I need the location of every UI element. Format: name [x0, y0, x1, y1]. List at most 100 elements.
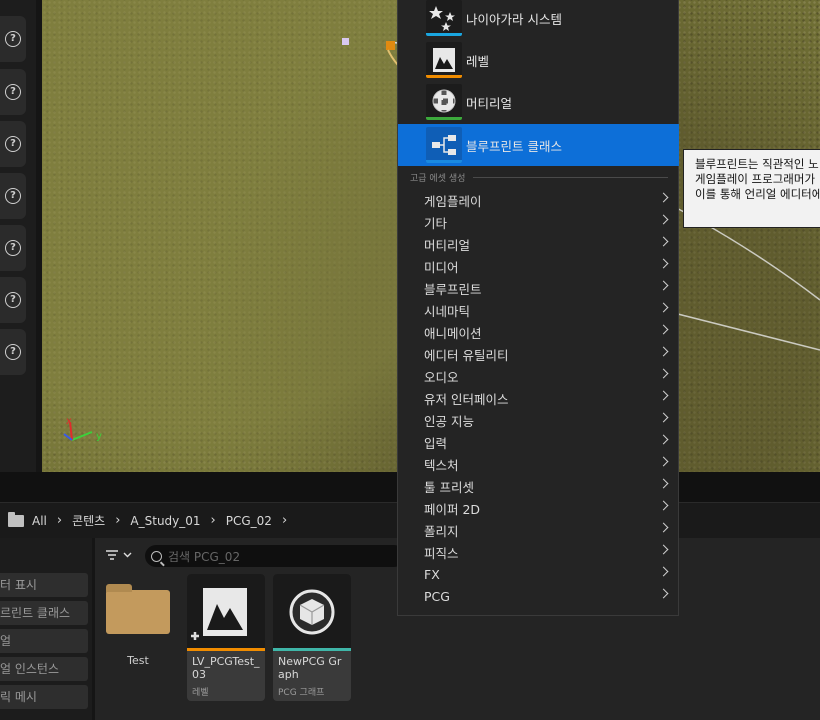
menu-item-label: 기타 — [424, 215, 448, 231]
submenu-foliage[interactable]: 폴리지 — [398, 519, 679, 541]
menu-item-label: 피직스 — [424, 545, 459, 561]
submenu-input[interactable]: 입력 — [398, 431, 679, 453]
submenu-physics[interactable]: 피직스 — [398, 541, 679, 563]
breadcrumb-item[interactable]: PCG_02 — [226, 514, 272, 528]
chevron-right-icon — [658, 390, 669, 401]
axis-gizmo: y x — [63, 416, 102, 442]
svg-text:x: x — [66, 416, 72, 427]
submenu-fx[interactable]: FX — [398, 563, 679, 585]
menu-item-label: 머티리얼 — [466, 95, 513, 111]
breadcrumb-item[interactable]: 콘텐츠 — [72, 512, 105, 529]
submenu-animation[interactable]: 애니메이션 — [398, 321, 679, 343]
menu-item-level[interactable]: 레벨 — [398, 39, 679, 81]
chevron-right-icon — [658, 346, 669, 357]
niagara-system-icon — [426, 0, 462, 36]
filter-icon — [106, 550, 118, 560]
add-asset-context-menu: 나이아가라 시스템 레벨 머티리얼 블루프린트 클래스 고급 에셋 생성 게임플… — [397, 0, 679, 616]
asset-name: NewPCG Graph — [278, 655, 342, 681]
chevron-right-icon[interactable]: › — [115, 513, 120, 528]
menu-item-material[interactable]: 머티리얼 — [398, 81, 679, 123]
filter-item[interactable]: 얼 인스턴스 — [0, 657, 88, 681]
folder-icon — [106, 584, 170, 634]
search-input[interactable]: 검색 PCG_02 — [145, 545, 405, 567]
menu-item-label: 머티리얼 — [424, 237, 471, 253]
asset-name: LV_PCGTest_03 — [192, 655, 260, 681]
menu-section-title: 고급 에셋 생성 — [410, 174, 466, 184]
viewport-side-toolbar: ? ? ? ? ? ? ? — [0, 0, 36, 472]
menu-item-label: FX — [424, 566, 440, 582]
menu-item-label: PCG — [424, 588, 450, 604]
chevron-right-icon[interactable]: › — [57, 513, 62, 528]
menu-item-niagara-system[interactable]: 나이아가라 시스템 — [398, 0, 679, 39]
filter-item[interactable]: 터 표시 — [0, 573, 88, 597]
help-button[interactable]: ? — [0, 173, 26, 219]
help-button[interactable]: ? — [0, 121, 26, 167]
submenu-gameplay[interactable]: 게임플레이 — [398, 189, 679, 211]
help-icon: ? — [5, 240, 21, 256]
submenu-texture[interactable]: 텍스처 — [398, 453, 679, 475]
chevron-right-icon — [658, 522, 669, 533]
help-icon: ? — [5, 292, 21, 308]
submenu-media[interactable]: 미디어 — [398, 255, 679, 277]
breadcrumb-item[interactable]: All — [32, 514, 47, 528]
tooltip-line: 게임플레이 프로그래머가 — [695, 172, 816, 186]
chevron-right-icon — [658, 368, 669, 379]
blueprint-class-icon — [426, 127, 462, 163]
help-button[interactable]: ? — [0, 329, 26, 375]
chevron-right-icon — [658, 324, 669, 335]
help-icon: ? — [5, 31, 21, 47]
submenu-blueprint[interactable]: 블루프린트 — [398, 277, 679, 299]
filter-item[interactable]: 얼 — [0, 629, 88, 653]
submenu-material[interactable]: 머티리얼 — [398, 233, 679, 255]
filter-item[interactable]: 르린트 클래스 — [0, 601, 88, 625]
help-button[interactable]: ? — [0, 16, 26, 62]
folder-icon[interactable] — [8, 511, 24, 527]
tooltip: 블루프린트는 직관적인 노 게임플레이 프로그래머가 이를 통해 언리얼 에디터… — [683, 149, 820, 228]
chevron-right-icon[interactable]: › — [282, 513, 287, 528]
submenu-pcg[interactable]: PCG — [398, 585, 679, 607]
chevron-right-icon — [658, 566, 669, 577]
menu-item-label: 블루프린트 — [424, 281, 482, 297]
filter-dropdown-button[interactable] — [105, 549, 132, 561]
divider — [473, 177, 668, 178]
chevron-right-icon — [658, 588, 669, 599]
spline-point[interactable] — [386, 41, 395, 50]
menu-item-label: 레벨 — [466, 53, 490, 69]
chevron-right-icon[interactable]: › — [211, 513, 216, 528]
filter-item[interactable]: 릭 메시 — [0, 685, 88, 709]
breadcrumb-item[interactable]: A_Study_01 — [130, 514, 200, 528]
asset-tile[interactable]: LV_PCGTest_03 레벨 — [187, 574, 265, 701]
tooltip-line: 이를 통해 언리얼 에디터에 — [695, 187, 820, 201]
submenu-misc[interactable]: 기타 — [398, 211, 679, 233]
help-button[interactable]: ? — [0, 277, 26, 323]
submenu-cinematic[interactable]: 시네마틱 — [398, 299, 679, 321]
menu-item-label: 인공 지능 — [424, 413, 474, 429]
chevron-right-icon — [658, 258, 669, 269]
chevron-right-icon — [658, 302, 669, 313]
help-button[interactable]: ? — [0, 69, 26, 115]
submenu-audio[interactable]: 오디오 — [398, 365, 679, 387]
asset-type: PCG 그래프 — [278, 688, 325, 698]
folder-tile[interactable]: Test — [104, 582, 172, 672]
menu-item-blueprint-class[interactable]: 블루프린트 클래스 — [398, 124, 679, 166]
help-button[interactable]: ? — [0, 225, 26, 271]
submenu-tool-presets[interactable]: 툴 프리셋 — [398, 475, 679, 497]
menu-item-label: 미디어 — [424, 259, 459, 275]
menu-item-label: 텍스처 — [424, 457, 459, 473]
submenu-user-interface[interactable]: 유저 인터페이스 — [398, 387, 679, 409]
chevron-right-icon — [658, 544, 669, 555]
chevron-right-icon — [658, 412, 669, 423]
menu-item-label: 오디오 — [424, 369, 459, 385]
menu-item-label: 에디터 유틸리티 — [424, 347, 509, 363]
help-icon: ? — [5, 188, 21, 204]
submenu-editor-utility[interactable]: 에디터 유틸리티 — [398, 343, 679, 365]
spline-point[interactable] — [342, 38, 349, 45]
submenu-paper-2d[interactable]: 페이퍼 2D — [398, 497, 679, 519]
help-icon: ? — [5, 136, 21, 152]
chevron-right-icon — [658, 236, 669, 247]
chevron-right-icon — [658, 500, 669, 511]
chevron-right-icon — [658, 280, 669, 291]
submenu-ai[interactable]: 인공 지능 — [398, 409, 679, 431]
asset-tile[interactable]: NewPCG Graph PCG 그래프 — [273, 574, 351, 701]
menu-item-label: 페이퍼 2D — [424, 501, 481, 517]
